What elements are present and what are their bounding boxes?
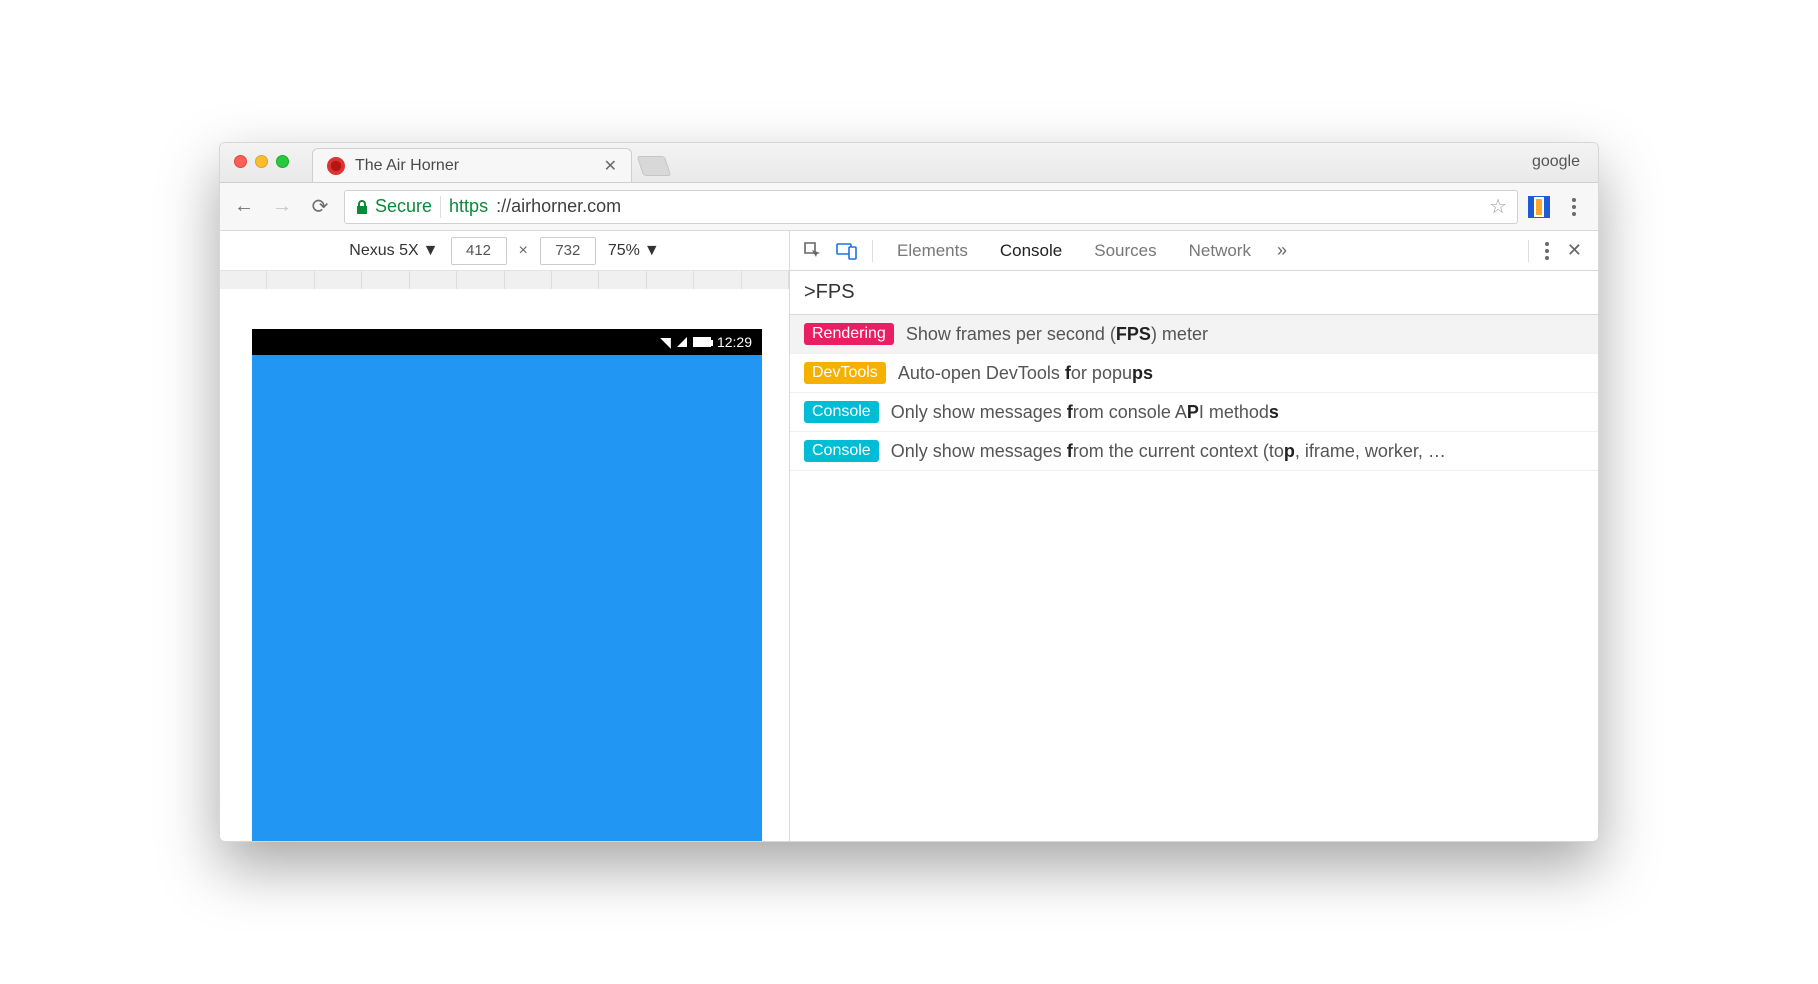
device-select[interactable]: Nexus 5X ▼ <box>349 242 438 260</box>
url-scheme: https <box>449 196 488 217</box>
maximize-window-button[interactable] <box>276 155 289 168</box>
command-menu-item[interactable]: DevTools Auto-open DevTools for popups <box>790 354 1598 393</box>
secure-indicator: Secure <box>355 196 432 217</box>
new-tab-button[interactable] <box>637 156 671 176</box>
inspect-element-icon[interactable] <box>798 236 828 266</box>
command-label: Auto-open DevTools for popups <box>898 363 1153 384</box>
command-category-badge: Console <box>804 401 879 423</box>
device-emulation-pane: Nexus 5X ▼ × 75% ▼ ◥ <box>220 231 790 841</box>
command-menu-item[interactable]: Console Only show messages from the curre… <box>790 432 1598 471</box>
command-menu-list: Rendering Show frames per second (FPS) me… <box>790 315 1598 471</box>
device-toolbar: Nexus 5X ▼ × 75% ▼ <box>220 231 789 271</box>
close-window-button[interactable] <box>234 155 247 168</box>
url-host: ://airhorner.com <box>496 196 621 217</box>
profile-label[interactable]: google <box>1532 153 1580 171</box>
zoom-select[interactable]: 75% ▼ <box>608 242 660 260</box>
separator <box>872 240 873 262</box>
more-tabs-button[interactable]: » <box>1269 240 1295 261</box>
reload-button[interactable]: ⟳ <box>306 193 334 221</box>
device-name-label: Nexus 5X <box>349 242 418 260</box>
browser-tab[interactable]: The Air Horner ✕ <box>312 148 632 182</box>
devtools-tab-network[interactable]: Network <box>1175 241 1265 261</box>
omnibox[interactable]: Secure https ://airhorner.com ☆ <box>344 190 1518 224</box>
command-query: >FPS <box>804 281 855 304</box>
battery-icon <box>693 337 711 347</box>
command-category-badge: Console <box>804 440 879 462</box>
device-viewport: ◥ 12:29 <box>220 289 789 841</box>
wifi-icon: ◥ <box>660 334 671 351</box>
chevron-down-icon: ▼ <box>423 242 439 260</box>
lock-icon <box>355 199 369 215</box>
tab-title: The Air Horner <box>355 157 594 175</box>
command-label: Only show messages from console API meth… <box>891 402 1279 423</box>
devtools-tabbar: ElementsConsoleSourcesNetwork » ✕ <box>790 231 1598 271</box>
command-category-badge: DevTools <box>804 362 886 384</box>
forward-button[interactable]: → <box>268 193 296 221</box>
window-controls <box>234 155 289 168</box>
devtools-tab-console[interactable]: Console <box>986 241 1076 261</box>
devtools-close-button[interactable]: ✕ <box>1559 240 1590 261</box>
android-status-bar: ◥ 12:29 <box>252 329 762 355</box>
extension-lighthouse-icon[interactable] <box>1528 196 1550 218</box>
browser-window: The Air Horner ✕ google ← → ⟳ Secure htt… <box>219 142 1599 842</box>
toggle-device-icon[interactable] <box>832 236 862 266</box>
bookmark-star-icon[interactable]: ☆ <box>1489 194 1507 219</box>
minimize-window-button[interactable] <box>255 155 268 168</box>
signal-icon <box>677 337 687 347</box>
command-category-badge: Rendering <box>804 323 894 345</box>
command-menu-item[interactable]: Console Only show messages from console A… <box>790 393 1598 432</box>
secure-label: Secure <box>375 196 432 217</box>
devtools-tab-sources[interactable]: Sources <box>1080 241 1170 261</box>
device-width-input[interactable] <box>451 237 507 265</box>
ruler <box>220 271 789 289</box>
device-height-input[interactable] <box>540 237 596 265</box>
browser-menu-button[interactable] <box>1560 198 1588 216</box>
command-menu-item[interactable]: Rendering Show frames per second (FPS) me… <box>790 315 1598 354</box>
favicon-icon <box>327 157 345 175</box>
command-label: Show frames per second (FPS) meter <box>906 324 1208 345</box>
devtools-pane: ElementsConsoleSourcesNetwork » ✕ >FPS R… <box>790 231 1598 841</box>
content-area: Nexus 5X ▼ × 75% ▼ ◥ <box>220 231 1598 841</box>
devtools-menu-button[interactable] <box>1535 242 1559 260</box>
times-symbol: × <box>519 242 528 260</box>
chevron-down-icon: ▼ <box>644 242 660 260</box>
tab-close-button[interactable]: ✕ <box>604 156 617 176</box>
emulated-screen[interactable]: ◥ 12:29 <box>252 329 762 841</box>
command-label: Only show messages from the current cont… <box>891 441 1446 462</box>
divider <box>440 196 441 218</box>
devtools-tab-elements[interactable]: Elements <box>883 241 982 261</box>
back-button[interactable]: ← <box>230 193 258 221</box>
titlebar: The Air Horner ✕ google <box>220 143 1598 183</box>
status-time: 12:29 <box>717 334 752 350</box>
command-menu-input[interactable]: >FPS <box>790 271 1598 315</box>
zoom-label: 75% <box>608 242 640 260</box>
address-bar: ← → ⟳ Secure https ://airhorner.com ☆ <box>220 183 1598 231</box>
separator <box>1528 240 1529 262</box>
